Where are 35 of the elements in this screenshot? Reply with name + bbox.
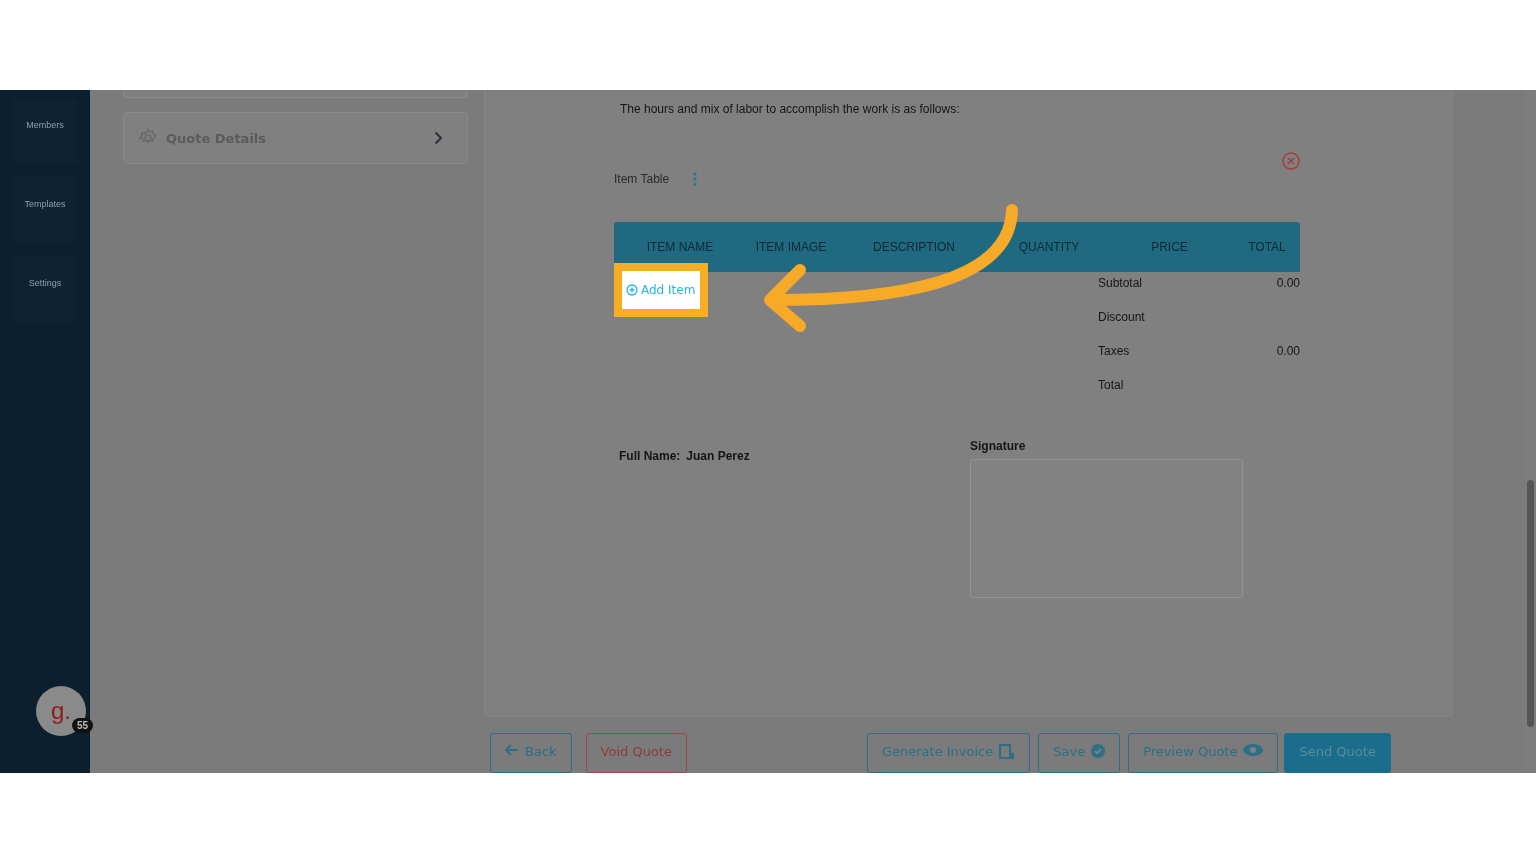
arrow-left-icon [505,744,519,756]
void-button[interactable]: Void Quote [585,733,687,773]
total-label: Total [1098,378,1124,394]
sidebar-item[interactable]: Templates [13,177,77,243]
outline-button[interactable]: Back [490,733,572,773]
item-table-label: Item Table [614,172,670,186]
sidebar-item[interactable]: Members [13,98,77,164]
signature-label: Signature [970,439,1027,453]
column-header: QUANTITY [1017,240,1081,254]
outline-button[interactable]: Preview Quote [1128,733,1279,773]
total-value: 0.00 [1276,276,1300,292]
close-icon[interactable] [1282,152,1300,170]
total-value: 0.00 [1276,344,1300,360]
check-circle-icon [1091,744,1106,758]
column-header: TOTAL [1247,240,1287,254]
eye-icon [1243,744,1264,756]
outline-button[interactable]: Generate Invoice [866,733,1031,773]
total-label: Taxes [1098,344,1130,360]
count-badge: 55 [72,718,94,733]
full-name-value: Juan Perez [686,449,750,465]
intro-text: The hours and mix of labor to accomplish the work is as follows: [620,102,961,118]
sidebar-item[interactable]: Settings [13,256,77,322]
more-options-icon[interactable] [693,172,698,186]
outline-button[interactable]: Save [1038,733,1121,773]
column-header: ITEM IMAGE [754,240,828,254]
column-header: ITEM NAME [645,240,715,254]
column-header: PRICE [1150,240,1189,254]
add-item-button[interactable]: Add Item [614,263,708,317]
plus-circle-icon [626,284,638,296]
full-name-label: Full Name: [619,449,681,465]
send-button[interactable]: Send Quote [1284,733,1391,773]
chevron-right-icon [434,131,443,145]
total-label: Discount [1098,310,1145,326]
total-label: Subtotal [1098,276,1143,292]
column-header: DESCRIPTION [872,240,956,254]
